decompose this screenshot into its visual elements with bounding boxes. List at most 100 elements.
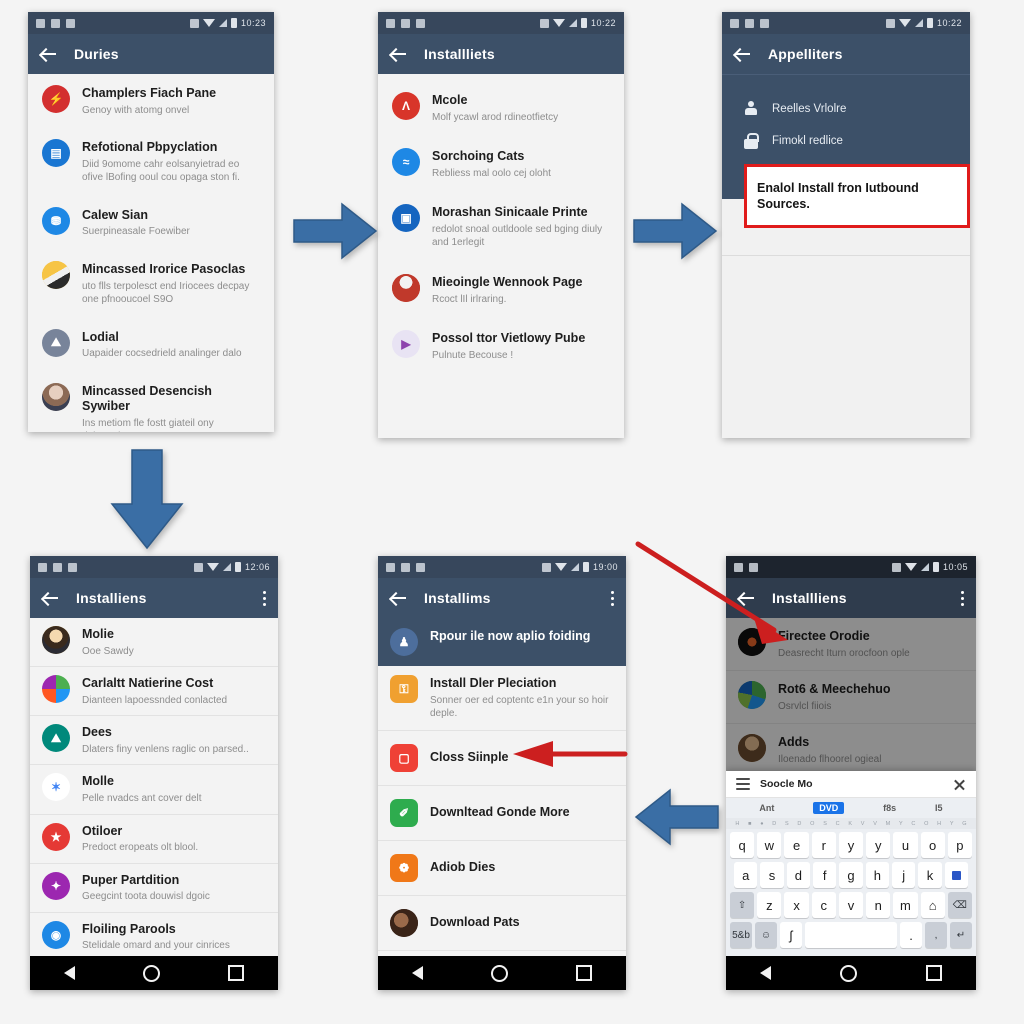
suggestion-bar[interactable]: Ant DVD f8s I5 — [726, 798, 976, 818]
installims-list[interactable]: ♟ Rpour ile now aplio foiding ⚿ Install … — [378, 618, 626, 956]
list-item[interactable]: ▣ Morashan Sinicaale Printe redolot snoa… — [378, 192, 624, 262]
back-icon[interactable] — [390, 45, 408, 63]
nav-home-icon[interactable] — [491, 964, 508, 982]
key-y1[interactable]: y — [838, 832, 864, 858]
nav-home-icon[interactable] — [143, 964, 160, 982]
system-nav-bar[interactable] — [726, 956, 976, 990]
list-item[interactable]: ✦ Puper Partdition Geegcint toota douwis… — [30, 863, 278, 913]
list-item[interactable]: ⛃ Calew Sian Suerpineasale Foewiber — [28, 195, 274, 250]
menu-icon[interactable] — [736, 778, 750, 790]
back-icon[interactable] — [734, 45, 752, 63]
back-icon[interactable] — [42, 589, 60, 607]
key-row-2[interactable]: a s d f g h j k — [728, 862, 974, 888]
key-row-4[interactable]: 5&b ☺ ʃ . , ↵ — [728, 922, 974, 948]
key-row-1[interactable]: q w e r y y u o p — [728, 832, 974, 858]
nav-recents-icon[interactable] — [925, 965, 942, 981]
app-list[interactable]: Molie Ooe Sawdy Carlaltt Natierine Cost … — [30, 618, 278, 956]
list-item[interactable]: Mieoingle Wennook Page Rcoct lIl irlrari… — [378, 261, 624, 318]
nav-recents-icon[interactable] — [576, 965, 592, 981]
system-nav-bar[interactable] — [30, 956, 278, 990]
list-item[interactable]: ⚿ Install Dler Pleciation Sonner oer ed … — [378, 666, 626, 731]
key-h[interactable]: h — [865, 862, 889, 888]
period-key[interactable]: . — [900, 922, 923, 948]
list-item[interactable]: Dow Uonll — [378, 950, 626, 956]
suggestion-chip-active[interactable]: DVD — [813, 802, 845, 814]
enter-icon[interactable]: ↵ — [950, 922, 972, 948]
key-e[interactable]: e — [784, 832, 809, 858]
list-item[interactable]: ✐ Downltead Gonde More — [378, 785, 626, 841]
list-item[interactable]: ★ Otiloer Predoct eropeats olt blool. — [30, 814, 278, 864]
key-d[interactable]: d — [786, 862, 810, 888]
highlight-unknown-sources[interactable]: Enalol Install fron Iutbound Sources. — [744, 164, 970, 228]
list-item[interactable]: ⛰ Lodial Uapaider cocsedrield analinger … — [28, 317, 274, 372]
space-key[interactable] — [804, 922, 898, 948]
menu-item-profile[interactable]: Reelles Vrlolre — [722, 87, 970, 123]
list-item[interactable]: Carlaltt Natierine Cost Dianteen lapoess… — [30, 667, 278, 717]
symbols-key[interactable]: 5&b — [730, 922, 752, 948]
key-g[interactable]: g — [839, 862, 863, 888]
suggestion-chip[interactable]: Ant — [759, 803, 774, 813]
menu-item-security[interactable]: Fimokl redlice — [722, 123, 970, 155]
key-u[interactable]: u — [893, 832, 918, 858]
backspace-icon[interactable]: ⌫ — [947, 892, 972, 918]
nav-recents-icon[interactable] — [228, 965, 244, 981]
key-m[interactable]: m — [893, 892, 918, 918]
comma-key[interactable]: , — [925, 922, 948, 948]
nav-back-icon[interactable] — [760, 966, 772, 980]
list-item[interactable]: ≈ Sorchoing Cats Rebliess mal oolo cej o… — [378, 136, 624, 193]
key-o[interactable]: o — [920, 832, 945, 858]
key-p[interactable]: p — [947, 832, 972, 858]
list-item[interactable]: ❁ Adiob Dies — [378, 840, 626, 896]
key-q[interactable]: q — [730, 832, 755, 858]
list-item[interactable]: ⚡ Champlers Fiach Pane Genoy with atomg … — [28, 74, 274, 129]
mic-icon[interactable]: ʃ — [779, 922, 802, 948]
list-item[interactable]: Rot6 & Meechehuo Osrvlcl fiiois — [726, 671, 976, 725]
shift-icon[interactable]: ⇧ — [730, 892, 755, 918]
list-item[interactable]: Download Pats — [378, 895, 626, 951]
list-item[interactable]: ✶ Molle Pelle nvadcs ant cover delt — [30, 765, 278, 815]
installers-list[interactable]: Λ Mcole Molf ycawl arod rdineotfietcy ≈ … — [378, 74, 624, 438]
key-f[interactable]: f — [813, 862, 837, 888]
suggestion-chip[interactable]: I5 — [935, 803, 943, 813]
overflow-menu-icon[interactable] — [262, 590, 266, 606]
overflow-menu-icon[interactable] — [960, 590, 964, 606]
list-item[interactable]: Mincassed Desencish Sywiber Ins metiom f… — [28, 371, 274, 432]
emoji-icon[interactable]: ☺ — [754, 922, 777, 948]
list-item[interactable]: Adds Iloenado flhoorel ogieal — [726, 724, 976, 778]
key-a[interactable]: a — [734, 862, 758, 888]
key-j[interactable]: j — [891, 862, 916, 888]
key-k[interactable]: k — [918, 862, 942, 888]
key-y2[interactable]: y — [866, 832, 891, 858]
overflow-menu-icon[interactable] — [610, 590, 614, 606]
key-rows[interactable]: q w e r y y u o p a s d f g h j k ⇧ z x … — [726, 829, 976, 956]
close-icon[interactable] — [953, 778, 966, 791]
settings-list[interactable]: ⚡ Champlers Fiach Pane Genoy with atomg … — [28, 74, 274, 432]
onscreen-keyboard[interactable]: Soocle Mo Ant DVD f8s I5 H ■ ● D S D O S… — [726, 771, 976, 956]
list-item[interactable]: Molie Ooe Sawdy — [30, 618, 278, 668]
nav-back-icon[interactable] — [64, 966, 75, 980]
key-s[interactable]: s — [760, 862, 784, 888]
key-n[interactable]: n — [866, 892, 891, 918]
key-v[interactable]: v — [838, 892, 864, 918]
key-extra[interactable]: ⌂ — [920, 892, 945, 918]
system-nav-bar[interactable] — [378, 956, 626, 990]
nav-back-icon[interactable] — [412, 966, 423, 980]
list-item[interactable]: ◉ Floiling Parools Stelidale omard and y… — [30, 912, 278, 956]
key-z[interactable]: z — [757, 892, 782, 918]
key-accent[interactable] — [944, 862, 968, 888]
nav-home-icon[interactable] — [839, 964, 857, 982]
selected-header-row[interactable]: ♟ Rpour ile now aplio foiding — [378, 618, 626, 666]
list-item[interactable]: ⛰ Dees Dlaters finy venlens raglic on pa… — [30, 716, 278, 766]
list-item[interactable]: Mincassed Irorice Pasoclas uto flls terp… — [28, 249, 274, 318]
key-c[interactable]: c — [811, 892, 836, 918]
key-x[interactable]: x — [784, 892, 809, 918]
suggestion-chip[interactable]: f8s — [883, 803, 896, 813]
list-item[interactable]: Λ Mcole Molf ycawl arod rdineotfietcy — [378, 80, 624, 137]
list-item[interactable]: ▶ Possol ttor Vietlowy Pube Pulnute Beco… — [378, 318, 624, 375]
key-row-3[interactable]: ⇧ z x c v n m ⌂ ⌫ — [728, 892, 974, 918]
list-item[interactable]: ▤ Refotional Pbpyclation Diid 9omome cah… — [28, 128, 274, 196]
key-r[interactable]: r — [811, 832, 836, 858]
back-icon[interactable] — [40, 45, 58, 63]
key-w[interactable]: w — [757, 832, 782, 858]
back-icon[interactable] — [390, 589, 408, 607]
